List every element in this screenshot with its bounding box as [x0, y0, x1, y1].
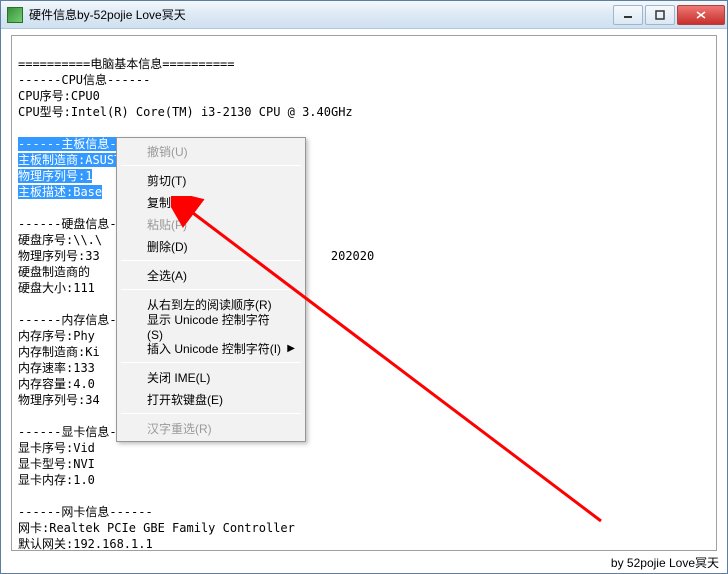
- footer: by 52pojie Love冥天: [1, 553, 727, 573]
- line-header: ==========电脑基本信息==========: [18, 57, 235, 71]
- submenu-arrow-icon: ▶: [287, 343, 295, 354]
- maximize-button[interactable]: [645, 5, 675, 25]
- menu-separator: [121, 165, 301, 166]
- line-mem-speed: 内存速率:133: [18, 361, 95, 375]
- line-mb-desc: 主板描述:Base: [18, 185, 102, 199]
- menu-delete[interactable]: 删除(D): [119, 235, 303, 257]
- menu-soft-keyboard[interactable]: 打开软键盘(E): [119, 388, 303, 410]
- line-cpu-model: CPU型号:Intel(R) Core(TM) i3-2130 CPU @ 3.…: [18, 105, 353, 119]
- titlebar[interactable]: 硬件信息by-52pojie Love冥天: [1, 1, 727, 29]
- menu-insert-unicode-label: 插入 Unicode 控制字符(I): [147, 340, 281, 357]
- menu-close-ime[interactable]: 关闭 IME(L): [119, 366, 303, 388]
- line-nic-section: ------网卡信息------: [18, 505, 153, 519]
- line-nic-name: 网卡:Realtek PCIe GBE Family Controller: [18, 521, 295, 535]
- line-cpu-section: ------CPU信息------: [18, 73, 150, 87]
- line-gpu-mem: 显卡内存:1.0: [18, 473, 95, 487]
- menu-undo[interactable]: 撤销(U): [119, 140, 303, 162]
- line-mem-cap: 内存容量:4.0: [18, 377, 95, 391]
- menu-insert-unicode[interactable]: 插入 Unicode 控制字符(I) ▶: [119, 337, 303, 359]
- line-gpu-sn: 显卡序号:Vid: [18, 441, 95, 455]
- line-hdd-sn: 硬盘序号:\\.\: [18, 233, 102, 247]
- line-mb-phys: 物理序列号:1: [18, 169, 92, 183]
- line-gw: 默认网关:192.168.1.1: [18, 537, 153, 551]
- line-gpu-model: 显卡型号:NVI: [18, 457, 95, 471]
- app-icon: [7, 7, 23, 23]
- menu-copy-label: 复制(C): [147, 194, 188, 211]
- menu-soft-keyboard-label: 打开软键盘(E): [147, 391, 223, 408]
- line-cpu-sn: CPU序号:CPU0: [18, 89, 100, 103]
- line-mem-sn: 内存序号:Phy: [18, 329, 95, 343]
- menu-separator: [121, 362, 301, 363]
- close-icon: [695, 10, 707, 20]
- context-menu: 撤销(U) 剪切(T) 复制(C) 粘贴(P) 删除(D) 全选(A) 从右到左…: [116, 137, 306, 442]
- close-button[interactable]: [677, 5, 725, 25]
- menu-hanzi[interactable]: 汉字重选(R): [119, 417, 303, 439]
- menu-separator: [121, 260, 301, 261]
- app-window: 硬件信息by-52pojie Love冥天 ==========电脑基本信息==…: [0, 0, 728, 574]
- menu-paste[interactable]: 粘贴(P): [119, 213, 303, 235]
- menu-select-all-label: 全选(A): [147, 267, 187, 284]
- line-mem-mfr: 内存制造商:Ki: [18, 345, 100, 359]
- line-hdd-size: 硬盘大小:111: [18, 281, 95, 295]
- menu-copy[interactable]: 复制(C): [119, 191, 303, 213]
- menu-separator: [121, 413, 301, 414]
- line-hdd-phys: 物理序列号:33: [18, 249, 100, 263]
- line-mem-phys: 物理序列号:34: [18, 393, 100, 407]
- line-hdd-phys-tail: 202020: [331, 249, 374, 263]
- maximize-icon: [655, 10, 665, 20]
- content-area: ==========电脑基本信息========== ------CPU信息--…: [1, 29, 727, 553]
- menu-cut[interactable]: 剪切(T): [119, 169, 303, 191]
- menu-undo-label: 撤销(U): [147, 143, 188, 160]
- footer-credit: by 52pojie Love冥天: [611, 554, 719, 571]
- menu-show-unicode[interactable]: 显示 Unicode 控制字符(S): [119, 315, 303, 337]
- minimize-icon: [623, 10, 633, 20]
- menu-paste-label: 粘贴(P): [147, 216, 187, 233]
- minimize-button[interactable]: [613, 5, 643, 25]
- menu-select-all[interactable]: 全选(A): [119, 264, 303, 286]
- menu-hanzi-label: 汉字重选(R): [147, 420, 212, 437]
- menu-delete-label: 删除(D): [147, 238, 188, 255]
- line-hdd-mfr: 硬盘制造商的: [18, 265, 90, 279]
- menu-separator: [121, 289, 301, 290]
- window-buttons: [613, 5, 725, 25]
- menu-cut-label: 剪切(T): [147, 172, 186, 189]
- window-title: 硬件信息by-52pojie Love冥天: [29, 6, 613, 23]
- menu-close-ime-label: 关闭 IME(L): [147, 369, 210, 386]
